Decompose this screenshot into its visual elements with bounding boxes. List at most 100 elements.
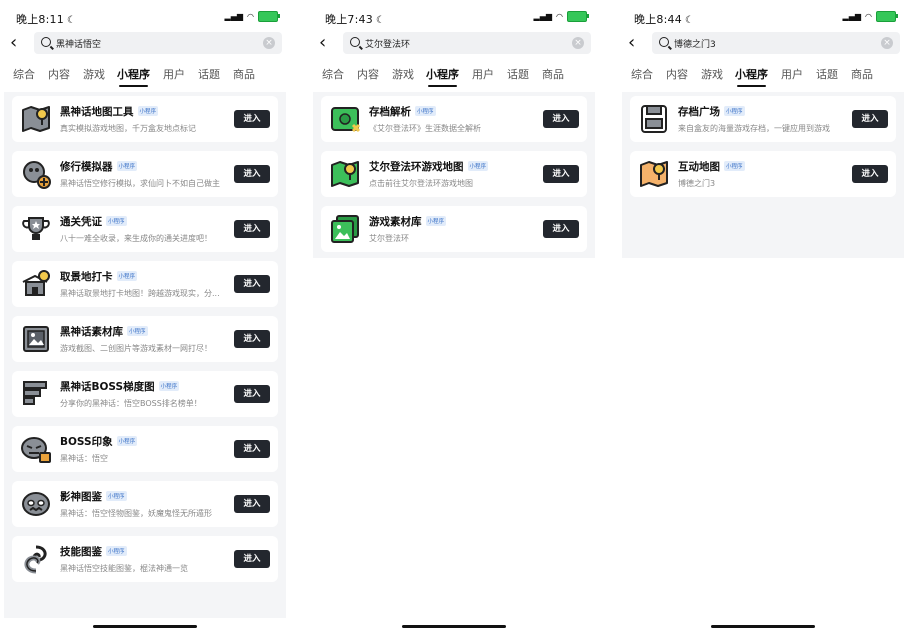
image-gallery-icon — [20, 323, 52, 355]
result-tabs: 综合 内容 游戏 小程序 用户 话题 商品 — [618, 66, 908, 90]
enter-button[interactable]: 进入 — [234, 110, 270, 128]
miniprogram-card[interactable]: 艾尔登法环游戏地图 小程序 点击前往艾尔登法环游戏地图 进入 — [321, 151, 587, 197]
miniprogram-card[interactable]: 互动地图 小程序 博德之门3 进入 — [630, 151, 896, 197]
tab-6[interactable]: 商品 — [233, 66, 255, 82]
search-icon — [350, 37, 360, 47]
search-input[interactable]: 艾尔登法环 × — [343, 32, 591, 54]
home-indicator[interactable] — [402, 625, 506, 628]
search-input[interactable]: 博德之门3 × — [652, 32, 900, 54]
save-analysis-icon — [329, 103, 361, 135]
miniprogram-badge: 小程序 — [106, 216, 127, 226]
search-row: ‹ 黑神话悟空 × — [8, 32, 282, 54]
miniprogram-card[interactable]: 技能图鉴 小程序黑神话悟空技能图鉴，棍法神通一览 进入 — [12, 536, 278, 582]
card-title: 技能图鉴 小程序 — [60, 546, 127, 558]
miniprogram-card[interactable]: 黑神话地图工具 小程序 真实模拟游戏地图，千万盒友地点标记 进入 — [12, 96, 278, 142]
miniprogram-badge: 小程序 — [415, 106, 436, 116]
system-icons: ▂▄▆ ◠ — [843, 11, 898, 22]
battery-icon — [258, 11, 280, 22]
tab-4[interactable]: 用户 — [781, 66, 803, 82]
enter-button[interactable]: 进入 — [234, 275, 270, 293]
tab-5[interactable]: 话题 — [816, 66, 838, 82]
back-arrow-icon[interactable]: ‹ — [628, 32, 648, 54]
tab-3[interactable]: 小程序 — [426, 66, 459, 87]
results-list: 存档解析 小程序 《艾尔登法环》生涯数据全解析 进入 艾尔登法环游戏地图 小程序 点击前往艾… — [313, 92, 595, 258]
status-time: 晚上8:11 ☾ — [16, 13, 77, 26]
miniprogram-card[interactable]: BOSS印象 小程序 黑神话：悟空 进入 — [12, 426, 278, 472]
tab-0[interactable]: 综合 — [322, 66, 344, 82]
card-description: 黑神话：悟空怪物图鉴，妖魔鬼怪无所遁形 — [60, 509, 212, 518]
card-description: 黑神话取景地打卡地图！跨越游戏现实，分... — [60, 289, 220, 298]
clear-icon[interactable]: × — [881, 37, 893, 49]
card-title: 取景地打卡 小程序 — [60, 271, 138, 283]
tab-1[interactable]: 内容 — [357, 66, 379, 82]
enter-button[interactable]: 进入 — [234, 495, 270, 513]
search-results-panel: 晚上8:11 ☾ ▂▄▆ ◠ ‹ 黑神话悟空 × 综合 内容 游戏 小程序 用户 话题 商品 黑神话地图工具… — [0, 0, 290, 641]
enter-button[interactable]: 进入 — [234, 550, 270, 568]
card-description: 黑神话悟空修行模拟，求仙问卜不如自己做主 — [60, 179, 220, 188]
moon-icon: ☾ — [66, 15, 77, 26]
search-results-panel: 晚上8:44 ☾ ▂▄▆ ◠ ‹ 博德之门3 × 综合 内容 游戏 小程序 用户 话题 商品 存档广场 小程序… — [618, 0, 908, 641]
home-indicator[interactable] — [711, 625, 815, 628]
miniprogram-card[interactable]: 存档广场 小程序 来自盒友的海量游戏存档，一键应用到游戏 进入 — [630, 96, 896, 142]
miniprogram-card[interactable]: 影神图鉴 小程序 黑神话：悟空怪物图鉴，妖魔鬼怪无所遁形 进入 — [12, 481, 278, 527]
enter-button[interactable]: 进入 — [234, 440, 270, 458]
back-arrow-icon[interactable]: ‹ — [319, 32, 339, 54]
enter-button[interactable]: 进入 — [234, 220, 270, 238]
tab-6[interactable]: 商品 — [851, 66, 873, 82]
miniprogram-badge: 小程序 — [158, 381, 180, 391]
card-description: 《艾尔登法环》生涯数据全解析 — [369, 124, 481, 133]
tab-6[interactable]: 商品 — [542, 66, 564, 82]
trophy-icon — [20, 213, 52, 245]
card-description: 游戏截图、二创图片等游戏素材一网打尽！ — [60, 344, 212, 353]
system-icons: ▂▄▆ ◠ — [224, 11, 280, 22]
tab-4[interactable]: 用户 — [163, 66, 185, 82]
status-bar: 晚上8:44 ☾ ▂▄▆ ◠ — [632, 9, 898, 27]
enter-button[interactable]: 进入 — [543, 110, 579, 128]
miniprogram-card[interactable]: 黑神话素材库 小程序 游戏截图、二创图片等游戏素材一网打尽！ 进入 — [12, 316, 278, 362]
clear-icon[interactable]: × — [572, 37, 584, 49]
miniprogram-card[interactable]: 游戏素材库 小程序 艾尔登法环 进入 — [321, 206, 587, 252]
tab-0[interactable]: 综合 — [631, 66, 653, 82]
search-row: ‹ 博德之门3 × — [626, 32, 900, 54]
enter-button[interactable]: 进入 — [234, 385, 270, 403]
back-arrow-icon[interactable]: ‹ — [10, 32, 30, 54]
card-title: 存档解析 小程序 — [369, 106, 436, 118]
card-description: 八十一难全收录，来生成你的通关进度吧！ — [60, 234, 212, 243]
miniprogram-badge: 小程序 — [116, 161, 138, 171]
miniprogram-card[interactable]: 通关凭证 小程序 八十一难全收录，来生成你的通关进度吧！ 进入 — [12, 206, 278, 252]
status-time: 晚上7:43 ☾ — [325, 13, 386, 26]
home-indicator[interactable] — [93, 625, 197, 628]
miniprogram-badge: 小程序 — [724, 106, 745, 116]
miniprogram-card[interactable]: 黑神话BOSS梯度图 小程序 分享你的黑神话：悟空BOSS排名榜单！ 进入 — [12, 371, 278, 417]
search-input[interactable]: 黑神话悟空 × — [34, 32, 282, 54]
card-description: 黑神话：悟空 — [60, 454, 108, 463]
green-map-pin-icon — [329, 158, 361, 190]
tab-2[interactable]: 游戏 — [83, 66, 105, 82]
tab-3[interactable]: 小程序 — [735, 66, 768, 87]
tab-0[interactable]: 综合 — [13, 66, 35, 82]
enter-button[interactable]: 进入 — [234, 330, 270, 348]
card-description: 分享你的黑神话：悟空BOSS排名榜单！ — [60, 399, 202, 408]
tab-1[interactable]: 内容 — [48, 66, 70, 82]
tab-5[interactable]: 话题 — [198, 66, 220, 82]
tab-1[interactable]: 内容 — [666, 66, 688, 82]
enter-button[interactable]: 进入 — [543, 165, 579, 183]
tab-4[interactable]: 用户 — [472, 66, 494, 82]
signal-icon: ▂▄▆ — [224, 12, 244, 21]
tab-5[interactable]: 话题 — [507, 66, 529, 82]
enter-button[interactable]: 进入 — [852, 165, 888, 183]
tab-2[interactable]: 游戏 — [701, 66, 723, 82]
clear-icon[interactable]: × — [263, 37, 275, 49]
enter-button[interactable]: 进入 — [234, 165, 270, 183]
tab-3[interactable]: 小程序 — [117, 66, 150, 87]
enter-button[interactable]: 进入 — [543, 220, 579, 238]
miniprogram-card[interactable]: 存档解析 小程序《艾尔登法环》生涯数据全解析 进入 — [321, 96, 587, 142]
card-description: 黑神话悟空技能图鉴，棍法神通一览 — [60, 564, 188, 573]
card-title: 黑神话地图工具 小程序 — [60, 106, 159, 118]
enter-button[interactable]: 进入 — [852, 110, 888, 128]
miniprogram-card[interactable]: 取景地打卡 小程序黑神话取景地打卡地图！跨越游戏现实，分... 进入 — [12, 261, 278, 307]
miniprogram-card[interactable]: 修行模拟器 小程序 黑神话悟空修行模拟，求仙问卜不如自己做主 进入 — [12, 151, 278, 197]
map-pin-icon — [20, 103, 52, 135]
miniprogram-badge: 小程序 — [724, 161, 745, 171]
tab-2[interactable]: 游戏 — [392, 66, 414, 82]
